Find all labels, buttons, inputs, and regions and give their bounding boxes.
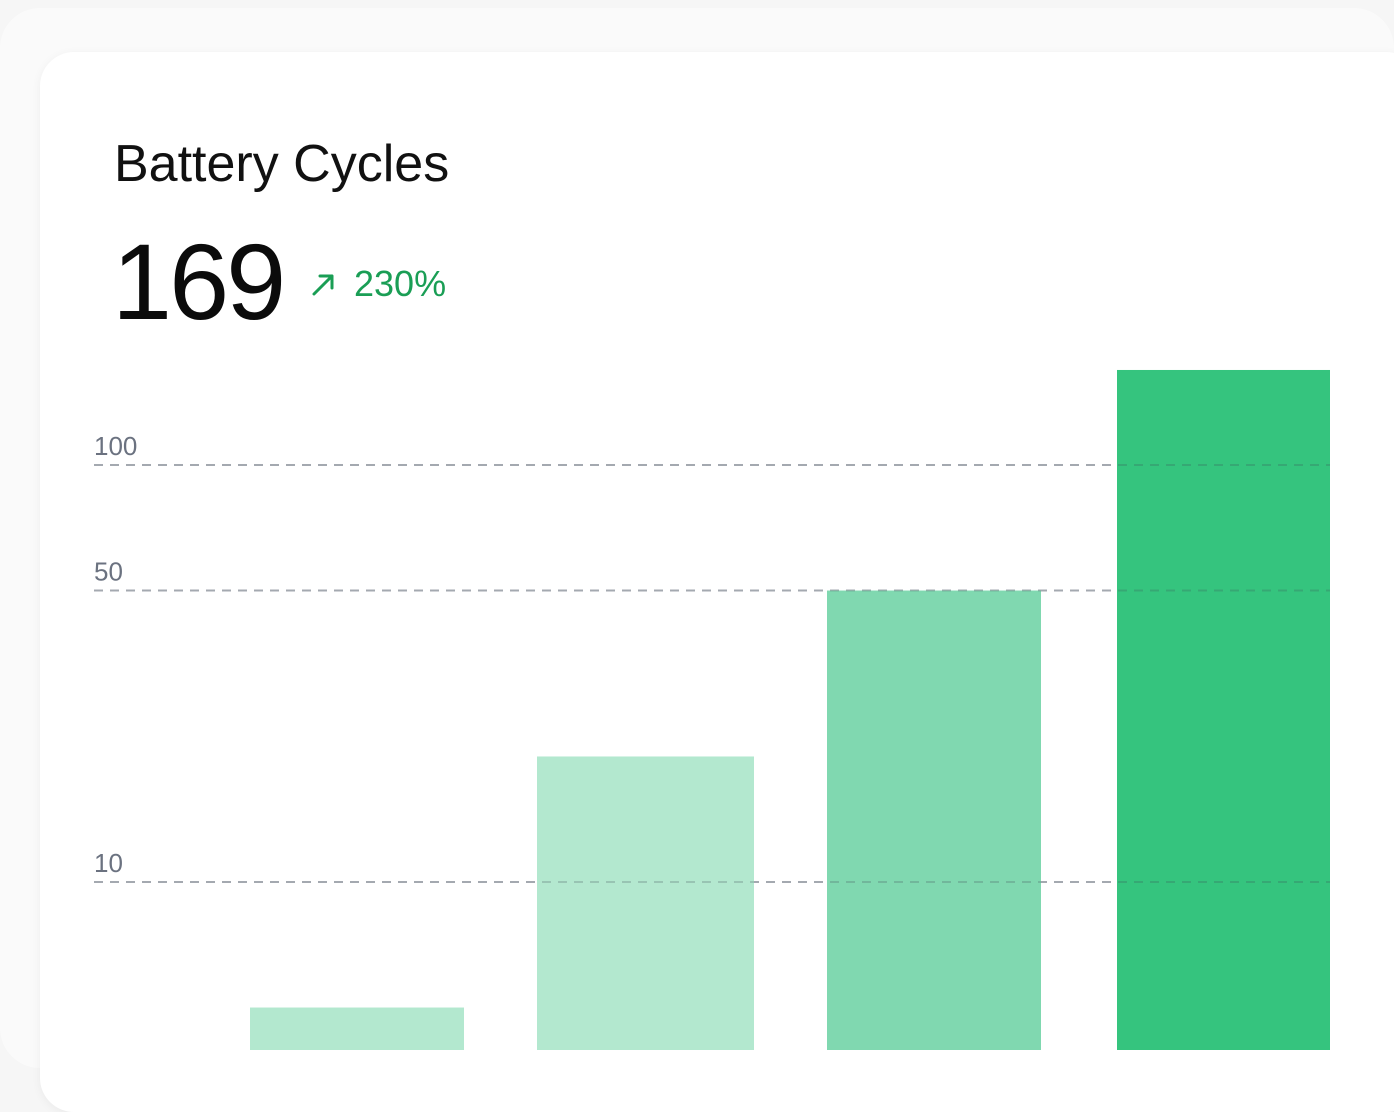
battery-cycles-bar-chart: 10 50 100 [94,369,1330,1050]
y-axis-tick-labels: 10 50 100 [94,431,137,878]
bars [94,369,1330,1050]
bar-1 [250,1007,464,1050]
bar-4 [1117,369,1330,1050]
y-tick-label: 100 [94,431,137,461]
y-tick-label: 50 [94,557,123,587]
y-tick-label: 10 [94,848,123,878]
bar-2 [537,756,754,1050]
bar-3 [827,590,1041,1050]
